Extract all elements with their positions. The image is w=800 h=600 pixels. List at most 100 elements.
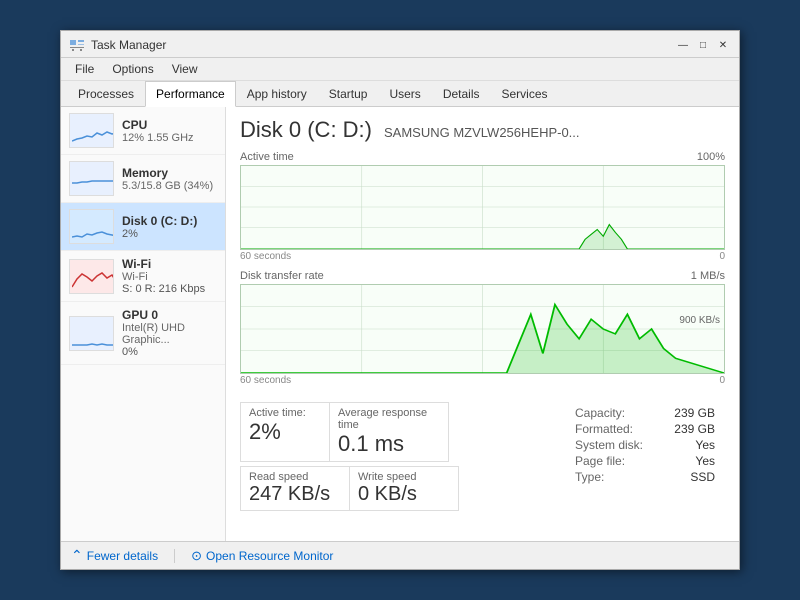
active-time-label: Active time (240, 151, 294, 163)
left-item-wifi[interactable]: Wi-Fi Wi-Fi S: 0 R: 216 Kbps (61, 251, 225, 302)
tab-details[interactable]: Details (432, 81, 491, 107)
disk-mini-chart (69, 209, 114, 244)
maximize-button[interactable]: □ (695, 37, 711, 53)
wifi-info: Wi-Fi Wi-Fi S: 0 R: 216 Kbps (122, 257, 217, 295)
active-time-chart (240, 165, 725, 250)
window-title: Task Manager (91, 38, 166, 52)
capacity-label: Capacity: (575, 406, 625, 420)
wifi-sub: Wi-Fi (122, 271, 217, 283)
wifi-speed: S: 0 R: 216 Kbps (122, 283, 217, 295)
resource-monitor-icon: ⊙ (191, 548, 202, 564)
left-item-memory[interactable]: Memory 5.3/15.8 GB (34%) (61, 155, 225, 203)
disk-model: SAMSUNG MZVLW256HEHP-0... (384, 125, 580, 140)
tab-startup[interactable]: Startup (318, 81, 379, 107)
active-time-time-label: 60 seconds 0 (240, 251, 725, 262)
active-time-stat-label: Active time: (249, 407, 321, 419)
resource-monitor-label: Open Resource Monitor (206, 549, 333, 563)
wifi-name: Wi-Fi (122, 257, 217, 271)
active-time-60s: 60 seconds (240, 251, 291, 262)
system-disk-value: Yes (695, 438, 715, 452)
memory-info: Memory 5.3/15.8 GB (34%) (122, 166, 217, 192)
chevron-up-icon: ⌃ (71, 547, 83, 564)
menu-file[interactable]: File (67, 60, 102, 78)
left-panel: CPU 12% 1.55 GHz Memory 5.3/15.8 GB (34%… (61, 107, 226, 541)
window-controls: — □ ✕ (675, 37, 731, 53)
memory-sub: 5.3/15.8 GB (34%) (122, 180, 217, 192)
right-header: Disk 0 (C: D:) SAMSUNG MZVLW256HEHP-0... (240, 117, 725, 143)
cpu-info: CPU 12% 1.55 GHz (122, 118, 217, 144)
close-button[interactable]: ✕ (715, 37, 731, 53)
transfer-0: 0 (719, 375, 725, 386)
divider (174, 549, 175, 563)
tab-app-history[interactable]: App history (236, 81, 318, 107)
page-file-row: Page file: Yes (575, 454, 715, 468)
write-speed-stat: Write speed 0 KB/s (349, 466, 459, 511)
type-value: SSD (690, 470, 715, 484)
title-bar-left: Task Manager (69, 37, 166, 53)
cpu-mini-chart (69, 113, 114, 148)
system-disk-row: System disk: Yes (575, 438, 715, 452)
content-area: CPU 12% 1.55 GHz Memory 5.3/15.8 GB (34%… (61, 107, 739, 541)
active-time-label-row: Active time 100% (240, 151, 725, 163)
title-bar: Task Manager — □ ✕ (61, 31, 739, 58)
right-panel: Disk 0 (C: D:) SAMSUNG MZVLW256HEHP-0...… (226, 107, 739, 541)
minimize-button[interactable]: — (675, 37, 691, 53)
tab-processes[interactable]: Processes (67, 81, 145, 107)
tab-bar: Processes Performance App history Startu… (61, 81, 739, 107)
app-icon (69, 37, 85, 53)
stats-top-row: Active time: 2% Average response time 0.… (240, 402, 565, 462)
response-time-value: 0.1 ms (338, 431, 440, 457)
transfer-secondary-label: 900 KB/s (679, 315, 720, 326)
left-item-disk[interactable]: Disk 0 (C: D:) 2% (61, 203, 225, 251)
stats-container: Active time: 2% Average response time 0.… (240, 402, 725, 511)
stats-right: Capacity: 239 GB Formatted: 239 GB Syste… (565, 402, 725, 511)
gpu-pct: 0% (122, 346, 217, 358)
left-item-gpu[interactable]: GPU 0 Intel(R) UHD Graphic... 0% (61, 302, 225, 365)
transfer-section: Disk transfer rate 1 MB/s 900 KB/s (240, 270, 725, 386)
resource-monitor-button[interactable]: ⊙ Open Resource Monitor (191, 548, 333, 564)
active-time-0: 0 (719, 251, 725, 262)
bottom-bar: ⌃ Fewer details ⊙ Open Resource Monitor (61, 541, 739, 569)
menu-options[interactable]: Options (104, 60, 161, 78)
gpu-name: GPU 0 (122, 308, 217, 322)
left-item-cpu[interactable]: CPU 12% 1.55 GHz (61, 107, 225, 155)
formatted-row: Formatted: 239 GB (575, 422, 715, 436)
disk-name: Disk 0 (C: D:) (122, 214, 217, 228)
transfer-max: 1 MB/s (691, 270, 725, 282)
task-manager-window: Task Manager — □ ✕ File Options View Pro… (60, 30, 740, 570)
write-speed-label: Write speed (358, 471, 450, 483)
transfer-label: Disk transfer rate (240, 270, 324, 282)
stats-left: Active time: 2% Average response time 0.… (240, 402, 565, 511)
read-speed-label: Read speed (249, 471, 341, 483)
capacity-value: 239 GB (674, 406, 715, 420)
fewer-details-button[interactable]: ⌃ Fewer details (71, 547, 158, 564)
transfer-label-row: Disk transfer rate 1 MB/s (240, 270, 725, 282)
disk-pct: 2% (122, 228, 217, 240)
disk-info: Disk 0 (C: D:) 2% (122, 214, 217, 240)
gpu-mini-chart (69, 316, 114, 351)
page-file-value: Yes (695, 454, 715, 468)
transfer-time-label: 60 seconds 0 (240, 375, 725, 386)
menu-view[interactable]: View (164, 60, 206, 78)
tab-performance[interactable]: Performance (145, 81, 236, 107)
page-file-label: Page file: (575, 454, 625, 468)
transfer-chart: 900 KB/s (240, 284, 725, 374)
response-time-stat: Average response time 0.1 ms (329, 402, 449, 462)
response-time-label: Average response time (338, 407, 440, 431)
gpu-info: GPU 0 Intel(R) UHD Graphic... 0% (122, 308, 217, 358)
active-time-stat: Active time: 2% (240, 402, 330, 462)
menu-bar: File Options View (61, 58, 739, 81)
read-speed-value: 247 KB/s (249, 483, 341, 506)
tab-services[interactable]: Services (491, 81, 559, 107)
read-speed-stat: Read speed 247 KB/s (240, 466, 350, 511)
active-time-max: 100% (697, 151, 725, 163)
formatted-label: Formatted: (575, 422, 633, 436)
formatted-value: 239 GB (674, 422, 715, 436)
write-speed-value: 0 KB/s (358, 483, 450, 506)
type-row: Type: SSD (575, 470, 715, 484)
active-time-stat-value: 2% (249, 419, 321, 445)
type-label: Type: (575, 470, 604, 484)
capacity-row: Capacity: 239 GB (575, 406, 715, 420)
memory-name: Memory (122, 166, 217, 180)
tab-users[interactable]: Users (378, 81, 431, 107)
